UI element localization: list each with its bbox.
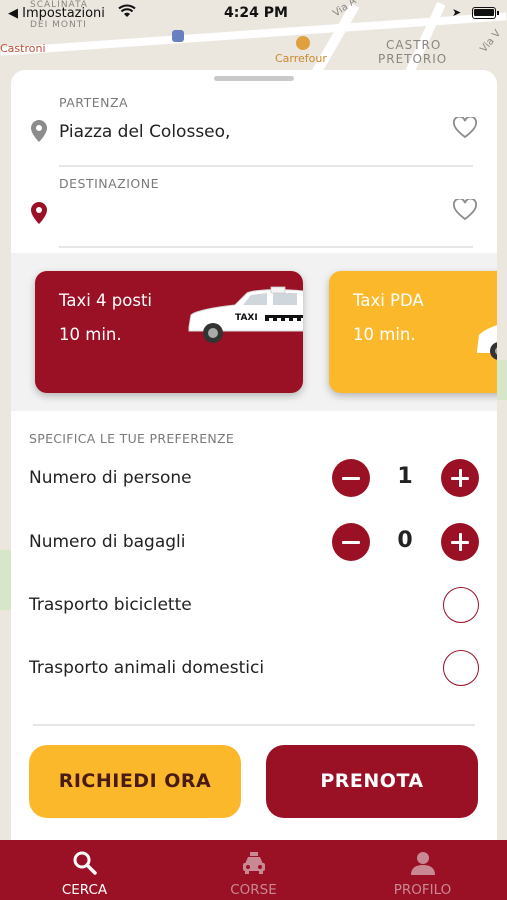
- map-park: [497, 360, 507, 400]
- destination-label: DESTINAZIONE: [59, 176, 160, 191]
- shop-pin-icon: [296, 36, 310, 50]
- search-icon: [73, 851, 97, 875]
- sheet-grabber[interactable]: [214, 76, 294, 81]
- tab-label: CORSE: [230, 882, 277, 898]
- favorite-destination-heart-icon[interactable]: [453, 199, 477, 221]
- field-divider: [59, 165, 473, 167]
- map-label: CASTRO: [386, 38, 442, 52]
- departure-label: PARTENZA: [59, 95, 129, 110]
- luggage-increment-button[interactable]: [441, 523, 479, 561]
- back-to-settings-link[interactable]: ◀ Impostazioni: [8, 6, 105, 21]
- pet-transport-label: Trasporto animali domestici: [29, 658, 265, 678]
- location-arrow-icon: ➤: [452, 6, 462, 19]
- luggage-decrement-button[interactable]: [332, 523, 370, 561]
- taxi-car-icon: TAXI: [188, 286, 303, 343]
- tab-search[interactable]: CERCA: [0, 840, 169, 900]
- map-label: Castroni: [0, 42, 46, 55]
- person-icon: [411, 852, 435, 875]
- map-park: [0, 550, 11, 610]
- car-icon: [243, 852, 265, 874]
- tab-bar: CERCA CORSE PROFILO: [0, 840, 507, 900]
- field-divider: [59, 246, 473, 248]
- tab-profile[interactable]: PROFILO: [338, 840, 507, 900]
- bike-transport-checkbox[interactable]: [443, 587, 479, 623]
- taxi-options-carousel[interactable]: Taxi 4 posti 10 min. TAXI Taxi PDA 10 mi…: [11, 253, 497, 411]
- map-label: Carrefour: [275, 52, 327, 65]
- tab-rides[interactable]: CORSE: [169, 840, 338, 900]
- destination-pin-icon: [31, 202, 47, 224]
- taxi-sign-text: TAXI: [235, 313, 258, 323]
- taxi-option-name: Taxi 4 posti: [59, 291, 153, 310]
- booking-sheet: PARTENZA Piazza del Colosseo, DESTINAZIO…: [11, 70, 497, 840]
- departure-pin-icon: [31, 120, 47, 142]
- departure-field[interactable]: Piazza del Colosseo,: [59, 122, 230, 142]
- bus-stop-icon: [172, 30, 184, 42]
- taxi-option-eta: 10 min.: [59, 325, 122, 344]
- taxi-option-name: Taxi PDA: [353, 291, 424, 310]
- actions-divider: [33, 724, 475, 726]
- destination-field[interactable]: [59, 203, 439, 227]
- taxi-option-eta: 10 min.: [353, 325, 416, 344]
- luggage-count-label: Numero di bagagli: [29, 532, 186, 552]
- taxi-option-card-4-seats[interactable]: Taxi 4 posti 10 min. TAXI: [35, 271, 303, 393]
- map-label: Via V: [478, 28, 504, 55]
- favorite-departure-heart-icon[interactable]: [453, 117, 477, 139]
- people-decrement-button[interactable]: [332, 459, 370, 497]
- preferences-title: SPECIFICA LE TUE PREFERENZE: [29, 431, 235, 446]
- people-count-label: Numero di persone: [29, 468, 192, 488]
- request-now-button[interactable]: RICHIEDI ORA: [29, 745, 241, 818]
- bike-transport-label: Trasporto biciclette: [29, 595, 192, 615]
- taxi-car-icon: [477, 325, 497, 360]
- taxi-option-card-pda[interactable]: Taxi PDA 10 min.: [329, 271, 497, 393]
- tab-label: CERCA: [61, 882, 108, 898]
- battery-icon: [472, 7, 499, 19]
- people-count-value: 1: [397, 464, 413, 489]
- luggage-count-value: 0: [397, 528, 413, 553]
- people-increment-button[interactable]: [441, 459, 479, 497]
- map-label: PRETORIO: [378, 52, 448, 66]
- pet-transport-checkbox[interactable]: [443, 650, 479, 686]
- tab-label: PROFILO: [393, 882, 452, 898]
- status-bar: ◀ Impostazioni 4:24 PM ➤: [0, 0, 507, 28]
- book-button[interactable]: PRENOTA: [266, 745, 478, 818]
- clock: 4:24 PM: [224, 5, 288, 21]
- wifi-icon: [118, 4, 136, 17]
